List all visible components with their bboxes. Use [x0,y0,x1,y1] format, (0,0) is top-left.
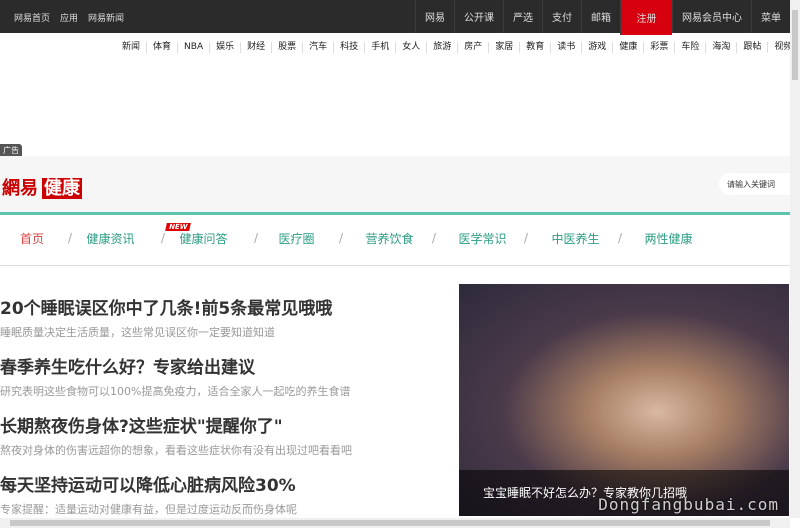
channel-tab[interactable]: 医疗圈 [250,230,343,247]
channel-nav: 首页 健康资讯 健康问答 医疗圈 营养饮食 医学常识 中医养生 两性健康 / / / / / / / [0,230,715,247]
watermark: Dongfangbubai.com [598,495,779,514]
subnav-item[interactable]: 读书 [550,42,581,53]
news-title[interactable]: 20个睡眠误区你中了几条!前5条最常见哦哦 [0,294,450,319]
header [0,156,790,212]
pay-button[interactable]: 支付 [542,0,581,33]
menu-icon[interactable]: 菜单 [751,0,790,33]
subnav-item[interactable]: 旅游 [426,42,457,53]
divider [0,212,790,215]
channel-tab[interactable]: 中医养生 [529,230,622,247]
news-item: 长期熬夜伤身体?这些症状"提醒你了" 熬夜对身体的伤害远超你的想象，看看这些症状你… [0,412,450,471]
subnav-item[interactable]: 娱乐 [209,42,240,53]
news-title[interactable]: 长期熬夜伤身体?这些症状"提醒你了" [0,412,450,437]
subnav-item[interactable]: 跟帖 [736,42,767,53]
news-summary: 研究表明这些食物可以100%提高免疫力，适合全家人一起吃的养生食谱 [0,385,351,398]
yanxuan-button[interactable]: 严选 [503,0,542,33]
subnav-item[interactable]: 女人 [395,42,426,53]
news-title[interactable]: 春季养生吃什么好？专家给出建议 [0,353,450,378]
register-button[interactable]: 注册 [620,0,672,35]
top-link[interactable]: 网易新闻 [88,11,124,24]
separator: / [618,231,623,245]
subnav-item[interactable]: 彩票 [643,42,674,53]
news-title[interactable]: 每天坚持运动可以降低心脏病风险30% [0,471,450,496]
channel-tab[interactable]: 两性健康 [622,230,715,247]
news-summary: 睡眠质量决定生活质量，这些常见误区你一定要知道知道 [0,326,275,339]
sub-nav: 新闻 体育 NBA 娱乐 财经 股票 汽车 科技 手机 女人 旅游 房产 家居 教育 读书 游戏 健康 彩票 车险海… [116,42,798,53]
subnav-item[interactable]: 汽车 [302,42,333,53]
subnav-item[interactable]: 游戏 [581,42,612,53]
subnav-item[interactable]: 健康 [612,42,643,53]
channel-tab[interactable]: 健康问答 [157,230,250,247]
subnav-item[interactable]: 手机 [364,42,395,53]
separator: / [254,231,259,245]
subnav-item[interactable]: 体育 [146,42,177,53]
divider [0,265,790,266]
separator: / [339,231,344,245]
subnav-item[interactable]: 房产 [457,42,488,53]
news-item: 春季养生吃什么好？专家给出建议研究表明这些食物可以100%提高免疫力，适合全家人… [0,353,450,412]
top-link[interactable]: 网易首页 [14,11,50,24]
subnav-item[interactable]: 股票 [271,42,302,53]
subnav-item[interactable]: 新闻 [116,42,146,53]
channel-tab[interactable]: 医学常识 [436,230,529,247]
search-input[interactable]: 请输入关键词 [719,173,790,195]
new-badge: NEW [165,223,192,231]
member-button[interactable]: 网易会员中心 [672,0,751,33]
app-button[interactable]: 网易 [415,0,454,33]
separator: / [68,231,73,245]
subnav-item[interactable]: 教育 [519,42,550,53]
logo-brand: 網易 [2,178,38,199]
channel-tab[interactable]: 首页 [0,230,64,247]
news-summary: 熬夜对身体的伤害远超你的想象，看看这些症状你有没有出现过吧看看吧 [0,444,352,457]
horizontal-scrollbar[interactable] [0,518,790,528]
subnav-item[interactable]: 财经 [240,42,271,53]
channel-tab[interactable]: 营养饮食 [343,230,436,247]
vertical-scrollbar[interactable] [790,0,800,518]
separator: / [161,231,166,245]
subnav-item[interactable]: 海淘 [705,42,736,53]
separator: / [524,231,529,245]
subnav-item[interactable]: 车险 [674,42,705,53]
subnav-item[interactable]: NBA [177,42,209,53]
news-summary: 专家提醒：适量运动对健康有益，但是过度运动反而伤身体呢 [0,503,297,516]
subnav-item[interactable]: 家居 [488,42,519,53]
logo[interactable]: 網易 健康 [2,174,82,200]
news-list: 20个睡眠误区你中了几条!前5条最常见哦哦睡眠质量决定生活质量，这些常见误区你一… [0,294,450,530]
feature-image[interactable]: 宝宝睡眠不好怎么办？专家教你几招哦 Dongfangbubai.com [459,284,789,516]
channel-tab[interactable]: 健康资讯 [64,230,157,247]
logo-section: 健康 [42,178,82,199]
top-link[interactable]: 应用 [60,11,78,24]
top-bar: 网易首页 应用 网易新闻 网易 公开课 严选 支付 邮箱 注册 网易会员中心 菜… [0,0,790,35]
separator: / [432,231,437,245]
subnav-item[interactable]: 科技 [333,42,364,53]
news-item: 20个睡眠误区你中了几条!前5条最常见哦哦睡眠质量决定生活质量，这些常见误区你一… [0,294,450,353]
open-course-button[interactable]: 公开课 [454,0,503,33]
mail-button[interactable]: 邮箱 [581,0,620,33]
